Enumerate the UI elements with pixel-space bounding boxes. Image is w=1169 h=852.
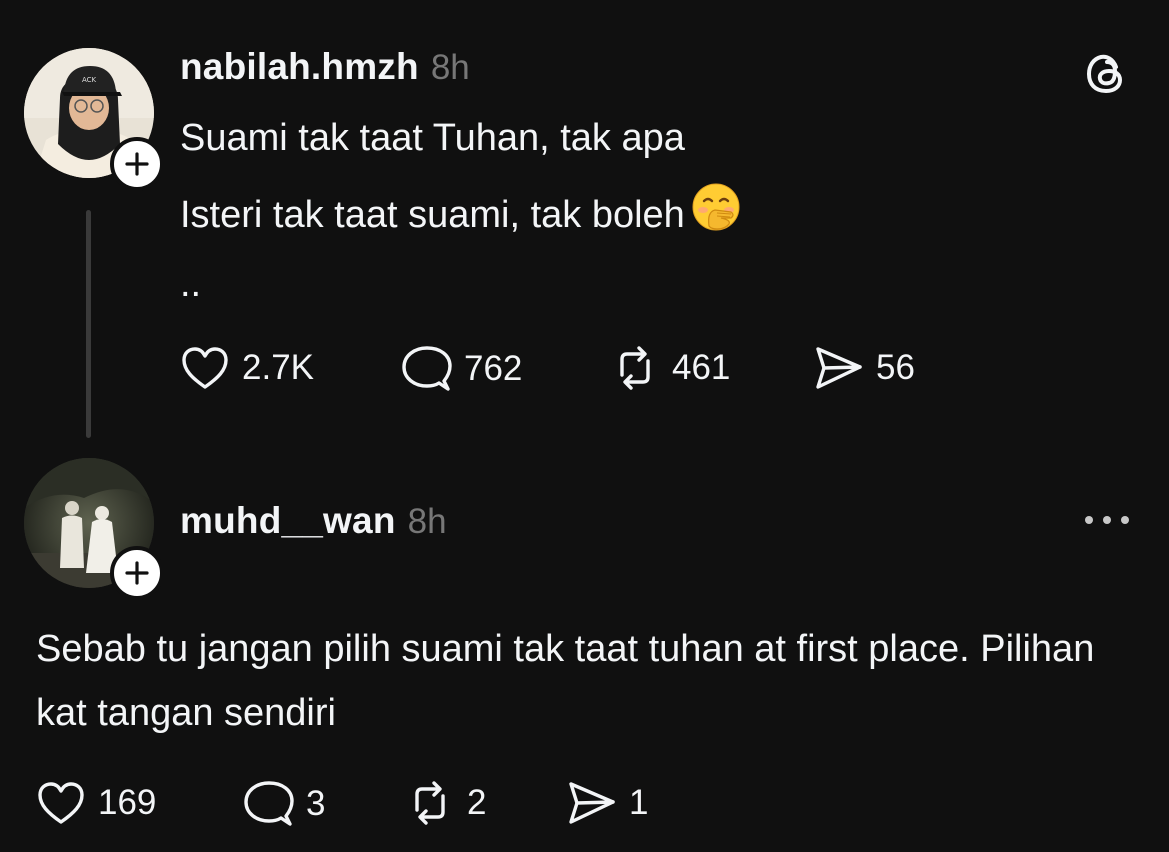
post-timestamp: 8h xyxy=(430,48,470,87)
follow-button-nabilah[interactable] xyxy=(110,137,164,191)
reply-repost-count: 2 xyxy=(467,783,487,822)
reply-share-count: 1 xyxy=(629,783,649,822)
face-with-hand-over-mouth-icon xyxy=(691,182,741,244)
svg-text:ACK: ACK xyxy=(82,76,97,84)
plus-icon xyxy=(125,561,149,585)
post-text-line-2-text: Isteri tak taat suami, tak boleh xyxy=(180,193,685,236)
repost-icon xyxy=(620,346,650,390)
reply-repost-button[interactable]: 2 xyxy=(405,780,486,826)
more-options-icon[interactable] xyxy=(1082,510,1132,530)
post-text-line-2: Isteri tak taat suami, tak boleh xyxy=(180,183,741,248)
reply-like-count: 169 xyxy=(98,783,157,822)
reply-text: Sebab tu jangan pilih suami tak taat tuh… xyxy=(36,628,1095,734)
comment-bubble-icon xyxy=(244,781,294,826)
reply-timestamp: 8h xyxy=(407,502,447,541)
reply-header: muhd__wan 8h xyxy=(180,500,447,542)
comment-button[interactable]: 762 xyxy=(400,345,522,393)
heart-icon xyxy=(182,347,228,389)
share-button[interactable]: 56 xyxy=(812,345,915,391)
send-icon xyxy=(816,347,862,389)
plus-icon xyxy=(125,152,149,176)
post-text-line-1: Suami tak taat Tuhan, tak apa xyxy=(180,117,685,159)
send-icon xyxy=(569,782,615,824)
post-username[interactable]: nabilah.hmzh xyxy=(180,46,419,88)
reply-comment-count: 3 xyxy=(306,784,326,823)
like-button[interactable]: 2.7K xyxy=(180,345,314,391)
reply-like-button[interactable]: 169 xyxy=(36,780,156,826)
heart-icon xyxy=(38,782,84,824)
follow-button-muhd-wan[interactable] xyxy=(110,546,164,600)
post-text-line-3: .. xyxy=(180,263,202,305)
repost-icon xyxy=(415,781,445,825)
repost-count: 461 xyxy=(672,348,731,387)
comment-count: 762 xyxy=(464,349,523,388)
thread-connector-line xyxy=(86,210,91,438)
share-count: 56 xyxy=(876,348,915,387)
repost-button[interactable]: 461 xyxy=(610,345,730,391)
comment-bubble-icon xyxy=(402,346,452,391)
reply-share-button[interactable]: 1 xyxy=(565,780,648,826)
reply-comment-button[interactable]: 3 xyxy=(242,780,325,828)
reply-username[interactable]: muhd__wan xyxy=(180,500,396,542)
post-header: nabilah.hmzh 8h xyxy=(180,46,470,88)
like-count: 2.7K xyxy=(242,348,314,387)
threads-logo-icon[interactable] xyxy=(1082,50,1130,98)
